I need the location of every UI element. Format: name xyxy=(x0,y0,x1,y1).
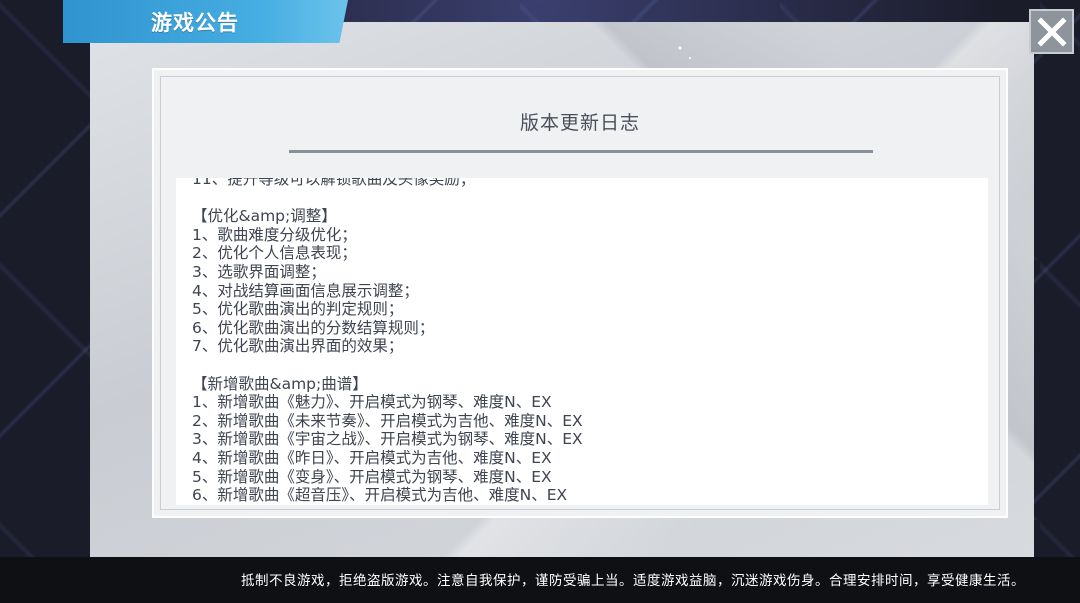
notice-line: 7、优化歌曲演出界面的效果； xyxy=(192,337,404,356)
notice-line: 1、新增歌曲《魅力》、开启模式为钢琴、难度N、EX xyxy=(192,393,552,412)
notice-line: 3、新增歌曲《宇宙之战》、开启模式为钢琴、难度N、EX xyxy=(192,430,583,449)
notice-line: 6、新增歌曲《超音压》、开启模式为吉他、难度N、EX xyxy=(192,486,568,505)
announcement-tab: 游戏公告 xyxy=(63,0,348,43)
notice-text: 11、提升等级可以解锁歌曲及头像奖励； 【优化&amp;调整】 1、歌曲难度分级优… xyxy=(192,178,978,505)
notice-line: 【优化&amp;调整】 xyxy=(192,207,337,226)
heading-divider xyxy=(289,150,873,153)
notice-line: 1、歌曲难度分级优化； xyxy=(192,225,357,244)
notice-line: 4、新增歌曲《昨日》、开启模式为吉他、难度N、EX xyxy=(192,448,552,467)
notice-line: 11、提升等级可以解锁歌曲及头像奖励； xyxy=(192,178,476,188)
notice-line: 3、选歌界面调整； xyxy=(192,262,326,281)
notice-line: 5、新增歌曲《变身》、开启模式为钢琴、难度N、EX xyxy=(192,467,552,486)
close-icon xyxy=(1036,16,1067,47)
notice-heading: 版本更新日志 xyxy=(519,112,640,134)
footer-bar: 抵制不良游戏，拒绝盗版游戏。注意自我保护，谨防受骗上当。适度游戏益脑，沉迷游戏伤… xyxy=(0,557,1080,603)
close-button[interactable] xyxy=(1029,9,1074,54)
notice-line: 2、优化个人信息表现； xyxy=(192,244,357,263)
notice-line: 【新增歌曲&amp;曲谱】 xyxy=(192,374,368,393)
tab-title: 游戏公告 xyxy=(151,10,239,35)
notice-line xyxy=(192,189,978,208)
notice-line: 5、优化歌曲演出的判定规则； xyxy=(192,300,404,319)
notice-line: 6、优化歌曲演出的分数结算规则； xyxy=(192,318,435,337)
notice-line xyxy=(192,356,978,375)
health-notice: 抵制不良游戏，拒绝盗版游戏。注意自我保护，谨防受骗上当。适度游戏益脑，沉迷游戏伤… xyxy=(241,573,1025,589)
notice-content-scroll[interactable]: 11、提升等级可以解锁歌曲及头像奖励； 【优化&amp;调整】 1、歌曲难度分级优… xyxy=(176,178,988,505)
notice-line: 4、对战结算画面信息展示调整； xyxy=(192,281,419,300)
notice-line: 2、新增歌曲《未来节奏》、开启模式为吉他、难度N、EX xyxy=(192,411,583,430)
